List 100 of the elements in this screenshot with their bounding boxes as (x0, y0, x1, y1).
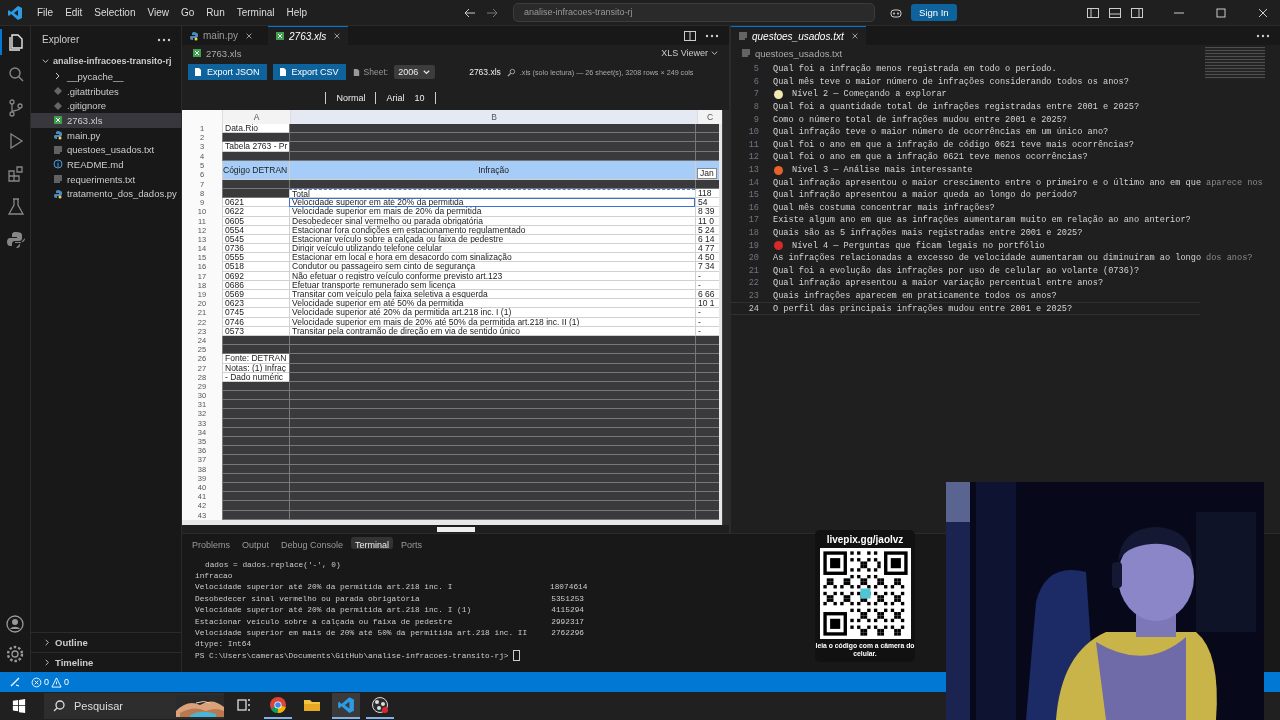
account-icon[interactable] (5, 614, 25, 634)
sheet-select[interactable]: 2006 (394, 65, 436, 79)
format-value[interactable]: Normal (336, 93, 366, 103)
python-icon (53, 188, 63, 199)
tree-item[interactable]: questoes_usados.txt (31, 142, 181, 158)
command-center[interactable]: analise-infracoes-transito-rj (513, 3, 876, 22)
table-cell[interactable]: Desobedecer sinal vermelho ou parada obrigatória (289, 216, 695, 226)
tree-item[interactable]: requeriments.txt (31, 171, 181, 187)
diamond-icon (53, 86, 63, 97)
close-icon[interactable] (850, 32, 859, 40)
code-line: Quais são as 5 infrações mais registradas entre 2001 e 2025? (773, 228, 1083, 238)
line-number: 10 (747, 127, 759, 138)
column-header[interactable]: B (290, 110, 697, 124)
problems-indicator[interactable]: 0 0 (31, 676, 70, 688)
line-number: 12 (747, 152, 759, 163)
source-control-icon (6, 98, 26, 118)
panel-tab[interactable]: Output (238, 537, 274, 549)
tree-item[interactable]: 2763.xls (31, 113, 181, 128)
table-cell: - (695, 308, 719, 318)
viewer-dropdown[interactable]: XLS Viewer (661, 48, 719, 58)
table-cell: 5 24 (695, 225, 719, 235)
windows-start-icon[interactable] (12, 699, 26, 713)
editor-tab[interactable]: main.py (182, 26, 260, 45)
line-number: 19 (747, 240, 759, 251)
editor-tab[interactable]: 2763.xls (268, 25, 349, 46)
task-view-icon (235, 696, 253, 714)
panel-tab[interactable]: Terminal (351, 537, 394, 549)
sign-in-button[interactable]: Sign In (911, 4, 957, 21)
menu-item[interactable]: Run (200, 4, 231, 21)
tree-item[interactable]: README.md (31, 157, 181, 172)
tree-item[interactable]: .gitignore (31, 98, 181, 114)
menu-item[interactable]: Help (280, 4, 314, 21)
more-icon[interactable] (705, 33, 719, 38)
search-icon (506, 67, 516, 77)
taskbar-app[interactable] (332, 693, 360, 719)
breadcrumb[interactable]: 2763.xls (192, 47, 242, 59)
menu-item[interactable]: File (31, 4, 60, 21)
code-line: Qual foi a evolução das infrações por uso de celular ao volante (0736)? (773, 265, 1140, 276)
code-line: Qual foi a infração menos registrada em todo o período. (773, 64, 1057, 75)
scrollbar[interactable] (436, 526, 475, 532)
close-icon[interactable] (245, 31, 253, 40)
chevron-icon (43, 638, 52, 647)
split-editor-icon[interactable] (683, 28, 697, 43)
code-line: Nível 2 — Começando a explorar (792, 89, 947, 100)
code-line: Qual foi o ano em que a infração de código 0621 teve mais ocorrências? (773, 139, 1134, 150)
table-cell[interactable]: Velocidade superior até 20% da permitida art.218 inc. I (1) (289, 308, 695, 318)
table-cell[interactable]: Velocidade superior em mais de 20% da permitida (289, 207, 695, 217)
sidebar-icon[interactable] (1130, 5, 1144, 20)
export-button[interactable]: Export CSV (272, 64, 346, 80)
menu-item[interactable]: Terminal (230, 4, 281, 21)
tree-item[interactable]: tratamento_dos_dados.py (31, 186, 181, 202)
line-number: 17 (747, 215, 759, 226)
panel-tab[interactable]: Debug Console (277, 537, 348, 549)
format-value[interactable]: Arial (386, 93, 405, 103)
table-cell: - (695, 280, 719, 290)
tree-item[interactable]: .gitattributes (31, 83, 181, 99)
more-icon[interactable] (157, 37, 171, 42)
corner-cell[interactable] (182, 110, 222, 124)
recorder-icon (371, 696, 389, 714)
menu-item[interactable]: Selection (88, 4, 142, 21)
code-line: Qual infração apresentou a maior queda ao longo do período? (773, 190, 1078, 201)
table-cell[interactable]: Condutor ou passageiro sem cinto de segurança (289, 262, 695, 272)
vscode-logo-icon[interactable] (7, 4, 23, 21)
code-line: Nível 3 — Análise mais interessante (792, 165, 973, 176)
code-line: Qual infração apresentou a maior variação percentual entre anos? (773, 278, 1104, 289)
panel-tab[interactable]: Problems (188, 537, 234, 549)
table-cell[interactable]: Estacionar fora condições em estacionamento regulamentado (289, 225, 695, 235)
table-cell: Fonte: DETRAN (222, 354, 289, 364)
export-button[interactable]: Export JSON (188, 64, 267, 80)
maximize-icon[interactable] (1214, 5, 1228, 20)
tree-item[interactable]: __pycache__ (31, 69, 181, 84)
more-icon[interactable] (1256, 33, 1270, 38)
menu-item[interactable]: View (141, 4, 175, 21)
spreadsheet-icon (275, 31, 285, 41)
line-number: 8 (752, 102, 759, 113)
line-number: 22 (747, 278, 759, 289)
table-cell[interactable]: Velocidade superior em mais de 20% até 50% da permitida art.218 inc. II (1) (289, 317, 695, 327)
tree-item[interactable]: main.py (31, 127, 181, 143)
section-header[interactable]: Outline (31, 632, 181, 652)
layout-icon[interactable] (1086, 5, 1100, 20)
menu-item[interactable]: Go (175, 4, 201, 21)
spreadsheet-icon (192, 48, 202, 58)
line-number: 18 (747, 228, 759, 238)
code-line: Qual foi o ano em que a infração 0621 teve menos ocorrências? (773, 152, 1088, 163)
taskbar-search-field[interactable]: Pesquisar (44, 693, 224, 719)
panel-icon[interactable] (1108, 5, 1122, 20)
settings-icon[interactable] (5, 644, 25, 664)
table-cell[interactable]: Não efetuar o registro veículo conforme previsto art.123 (289, 271, 695, 281)
code-line: As infrações relacionadas a excesso de velocidade aumentaram ou diminuíram ao longo (773, 253, 1202, 264)
menu-item[interactable]: Edit (59, 4, 89, 21)
table-cell: 0745 (222, 308, 289, 318)
editor-tab[interactable]: questoes_usados.txt (731, 25, 866, 46)
table-cell[interactable]: Transitar pela contramão de direção em via de sentido único (289, 326, 695, 336)
tree-item[interactable]: analise-infracoes-transito-rj (31, 53, 181, 69)
panel-tab[interactable]: Ports (397, 537, 427, 549)
breadcrumb[interactable]: questoes_usados.txt (741, 47, 843, 59)
format-value[interactable]: 10 (414, 93, 425, 103)
remote-icon[interactable] (9, 676, 21, 688)
close-icon[interactable] (333, 32, 342, 40)
diamond-icon (53, 100, 63, 111)
